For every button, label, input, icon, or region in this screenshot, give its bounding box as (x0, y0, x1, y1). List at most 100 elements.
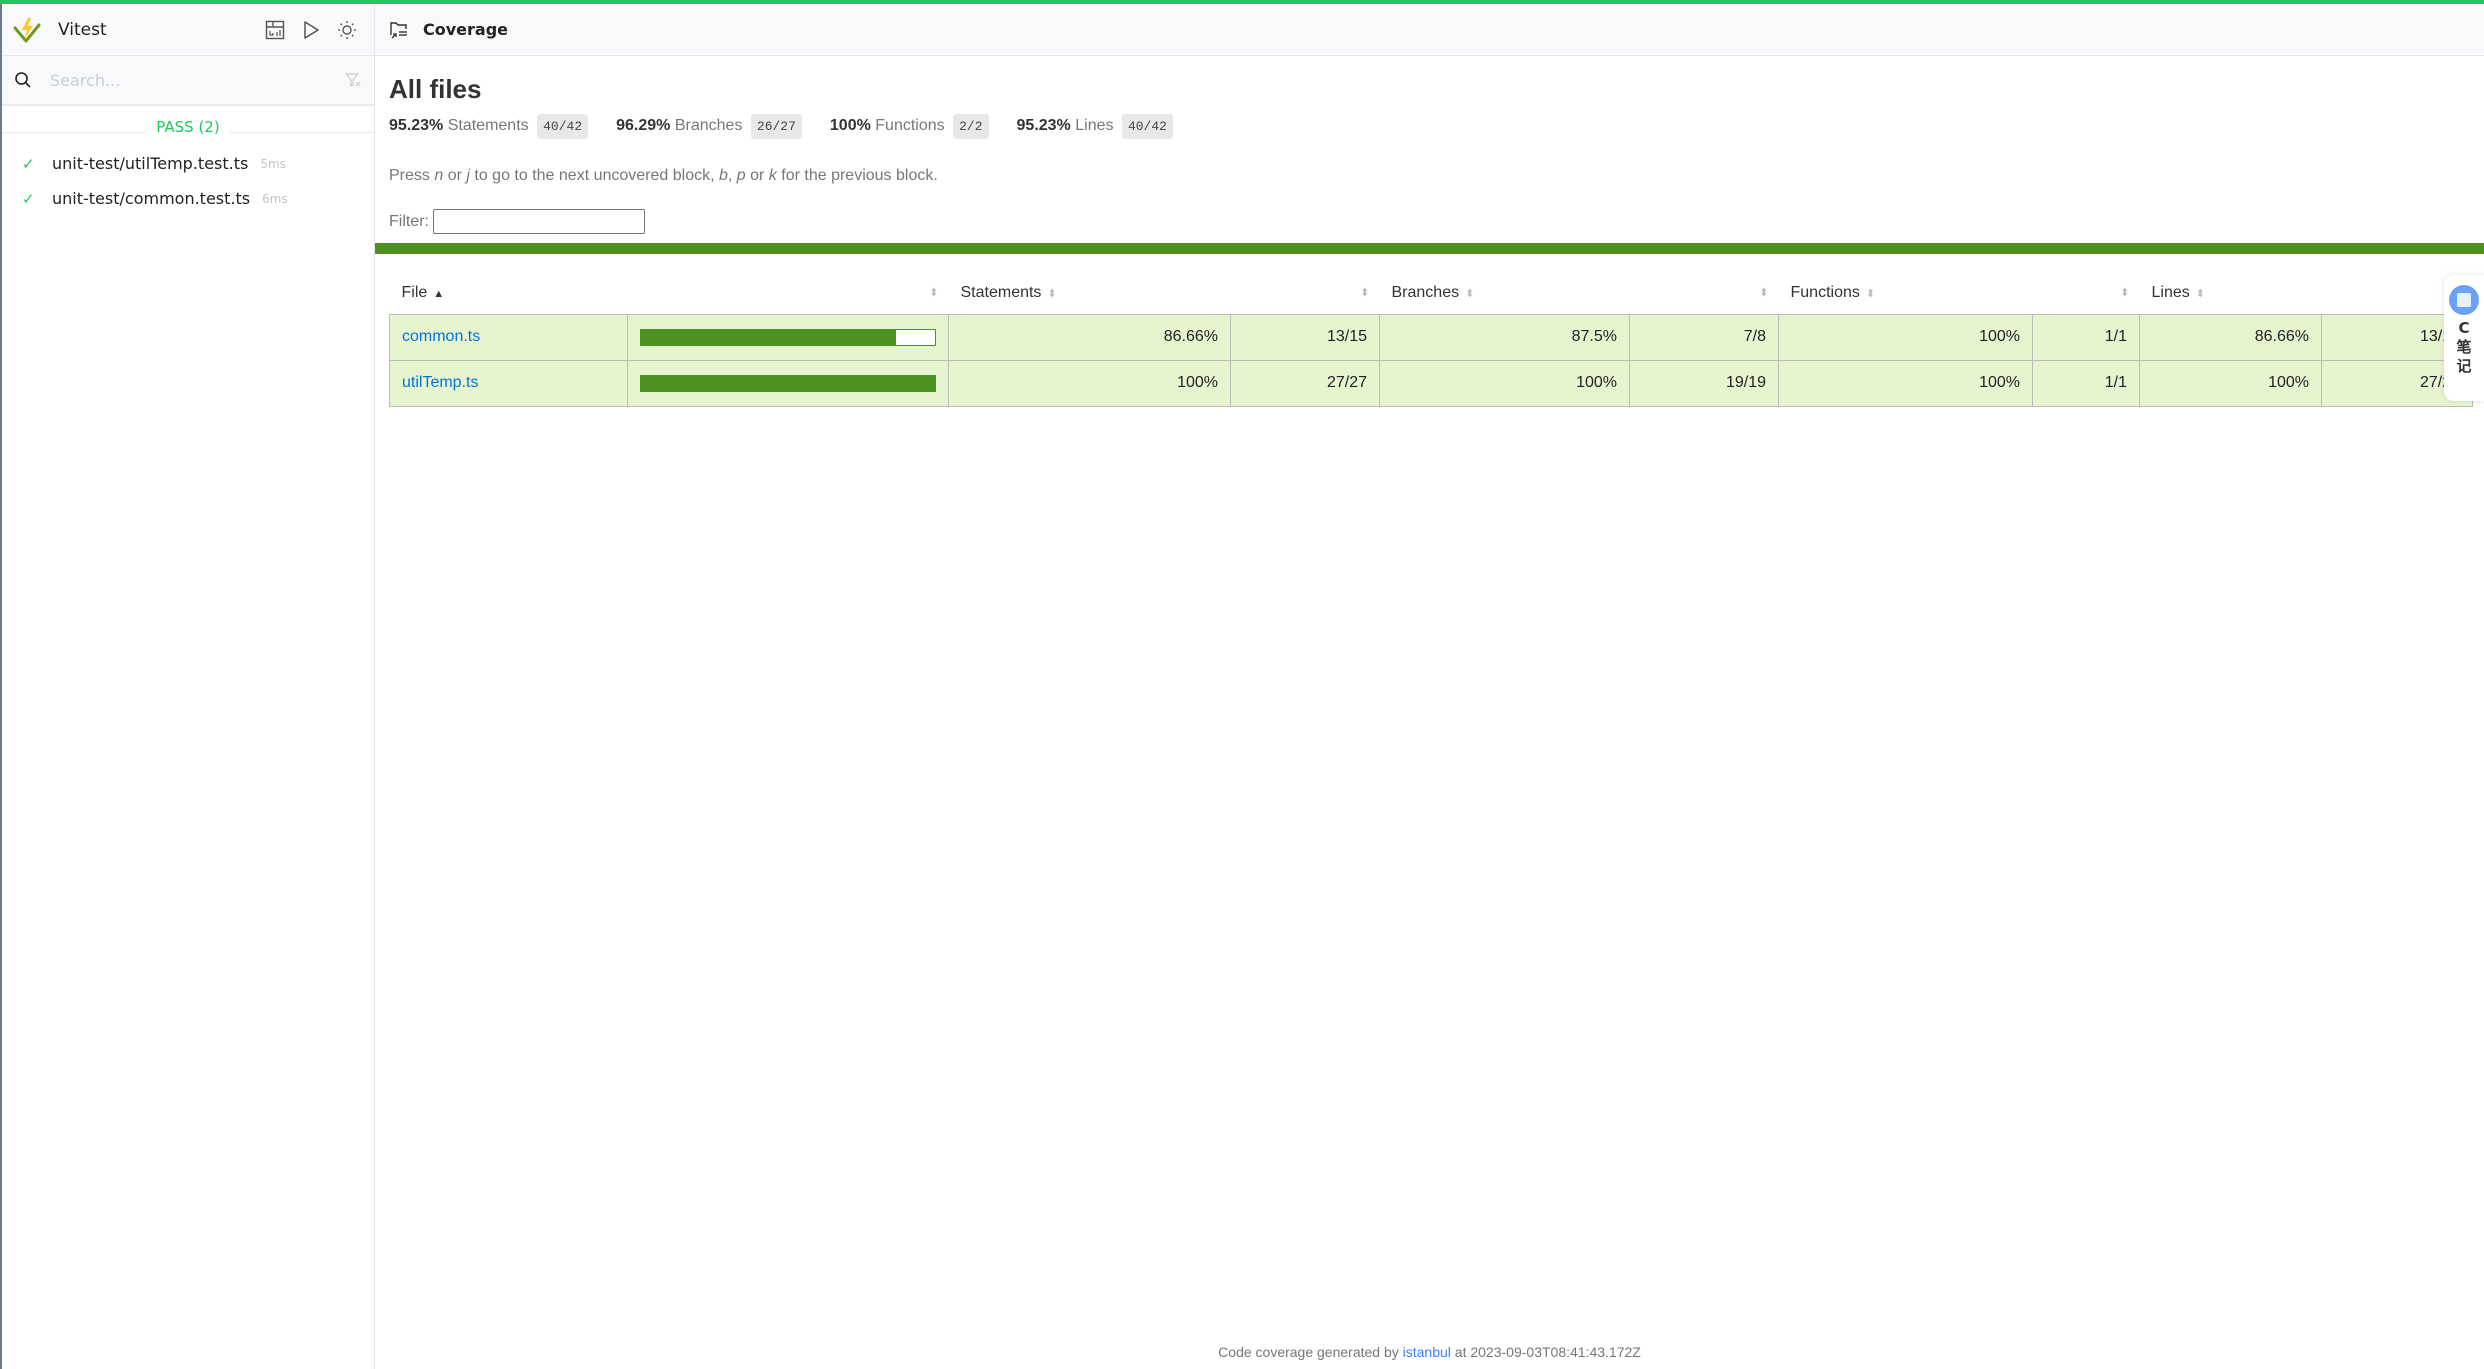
stat-lines: 95.23% Lines 40/42 (1016, 114, 1173, 139)
coverage-title: Coverage (423, 20, 509, 39)
sun-icon[interactable] (336, 19, 358, 41)
footer-text: Code coverage generated by (1218, 1344, 1403, 1360)
sort-icon: ⬍ (1865, 287, 1876, 300)
main-panel: Coverage All files 95.23% Statements 40/… (375, 4, 2484, 1369)
branches-pct: 87.5% (1379, 313, 1630, 361)
stat-pct: 96.29% (616, 117, 671, 134)
filter-clear-icon[interactable] (344, 71, 362, 89)
filter-input[interactable] (433, 209, 645, 234)
stat-label: Statements (447, 117, 529, 134)
sidebar-header: Vitest (2, 4, 374, 56)
test-duration: 6ms (262, 191, 288, 206)
sort-icon: ⬍ (1465, 287, 1475, 300)
coverage-bar-cell (627, 313, 949, 361)
functions-pct: 100% (1778, 359, 2033, 407)
sort-asc-icon: ▲ (433, 287, 445, 300)
summary-stats: 95.23% Statements 40/42 96.29% Branches … (389, 114, 2484, 139)
filter-row: Filter: (389, 209, 2484, 234)
stat-branches: 96.29% Branches 26/27 (616, 114, 802, 139)
coverage-report: All files 95.23% Statements 40/42 96.29%… (389, 56, 2484, 234)
stat-functions: 100% Functions 2/2 (829, 114, 989, 139)
search-icon (15, 72, 31, 88)
cnote-extension-widget[interactable]: C笔记 (2444, 275, 2484, 401)
statements-frac: 27/27 (1230, 359, 1380, 407)
file-cell: utilTemp.ts (389, 359, 628, 407)
sort-icon: ⬍ (1360, 287, 1370, 299)
stat-fraction: 2/2 (953, 114, 989, 139)
functions-pct: 100% (1778, 313, 2033, 361)
table-row: common.ts 86.66% 13/15 87.5% 7/8 100% 1/… (389, 313, 2473, 361)
stat-label: Functions (875, 117, 945, 134)
branches-frac: 7/8 (1629, 313, 1779, 361)
branches-pct: 100% (1379, 359, 1630, 407)
col-header-branches[interactable]: Branches ⬍ (1380, 272, 1630, 314)
statements-pct: 86.66% (948, 313, 1231, 361)
search-input[interactable] (50, 70, 344, 90)
test-name: unit-test/utilTemp.test.ts (52, 154, 249, 173)
functions-frac: 1/1 (2032, 359, 2140, 407)
test-name: unit-test/common.test.ts (52, 189, 251, 208)
sidebar: Vitest PASS (2) ✓ unit-test/utilTemp.tes… (0, 4, 375, 1369)
sort-icon: ⬍ (929, 287, 939, 299)
footer: Code coverage generated by istanbul at 2… (375, 1344, 2484, 1360)
play-icon[interactable] (300, 19, 322, 41)
sort-icon: ⬍ (1047, 287, 1057, 300)
col-header-statements-frac[interactable]: ⬍ (1231, 272, 1380, 314)
stat-fraction: 40/42 (537, 114, 589, 139)
dashboard-icon[interactable] (264, 19, 286, 41)
test-item[interactable]: ✓ unit-test/common.test.ts 6ms (2, 181, 374, 216)
coverage-status-bar (375, 243, 2484, 254)
lines-pct: 86.66% (2139, 313, 2322, 361)
stat-fraction: 26/27 (750, 114, 802, 139)
coverage-bar-cell (627, 359, 949, 407)
coverage-bar (640, 374, 936, 392)
coverage-icon (390, 21, 407, 38)
file-cell: common.ts (389, 313, 628, 361)
table-row: utilTemp.ts 100% 27/27 100% 19/19 100% 1… (389, 359, 2473, 407)
stat-pct: 100% (829, 117, 871, 134)
col-header-functions[interactable]: Functions ⬍ (1779, 272, 2033, 314)
statements-pct: 100% (948, 359, 1231, 407)
main-header: Coverage (375, 4, 2484, 56)
col-header-file[interactable]: File ▲ (390, 272, 628, 314)
coverage-table: File ▲ ⬍ Statements ⬍ ⬍ Branches ⬍ ⬍ Functi… (389, 272, 2473, 407)
test-duration: 5ms (260, 156, 286, 171)
search-row (2, 56, 374, 106)
coverage-bar (640, 328, 936, 346)
istanbul-link[interactable]: istanbul (1403, 1344, 1451, 1360)
col-header-bar[interactable]: ⬍ (628, 272, 949, 314)
lines-pct: 100% (2139, 359, 2322, 407)
functions-frac: 1/1 (2032, 313, 2140, 361)
statements-frac: 13/15 (1230, 313, 1380, 361)
app-title: Vitest (58, 19, 107, 40)
stat-pct: 95.23% (389, 117, 444, 134)
page-title: All files (389, 74, 482, 104)
pass-group-header: PASS (2) (2, 118, 374, 146)
col-header-statements[interactable]: Statements ⬍ (949, 272, 1231, 314)
cnote-label: C笔记 (2456, 319, 2472, 375)
stat-fraction: 40/42 (1121, 114, 1173, 139)
sort-icon: ⬍ (2120, 287, 2130, 299)
stat-pct: 95.23% (1016, 117, 1071, 134)
stat-label: Lines (1075, 117, 1114, 134)
pass-label: PASS (2) (146, 118, 230, 136)
stat-label: Branches (674, 117, 743, 134)
keyboard-hint: Press n or j to go to the next uncovered… (389, 167, 938, 184)
col-header-lines[interactable]: Lines ⬍ (2140, 272, 2322, 314)
note-pen-icon (2449, 285, 2479, 315)
test-item[interactable]: ✓ unit-test/utilTemp.test.ts 5ms (2, 146, 374, 181)
col-header-functions-frac[interactable]: ⬍ (2033, 272, 2140, 314)
filter-label: Filter: (389, 212, 429, 230)
col-header-branches-frac[interactable]: ⬍ (1630, 272, 1779, 314)
file-link[interactable]: utilTemp.ts (402, 374, 478, 391)
coverage-bar-fill (641, 375, 935, 391)
check-icon: ✓ (22, 154, 35, 173)
stat-statements: 95.23% Statements 40/42 (389, 114, 589, 139)
branches-frac: 19/19 (1629, 359, 1779, 407)
sort-icon: ⬍ (1759, 287, 1769, 299)
vitest-logo-icon (13, 17, 41, 42)
footer-timestamp: at 2023-09-03T08:41:43.172Z (1450, 1344, 1641, 1360)
file-link[interactable]: common.ts (402, 328, 480, 345)
sort-icon: ⬍ (2195, 287, 2205, 300)
coverage-bar-fill (641, 329, 896, 345)
